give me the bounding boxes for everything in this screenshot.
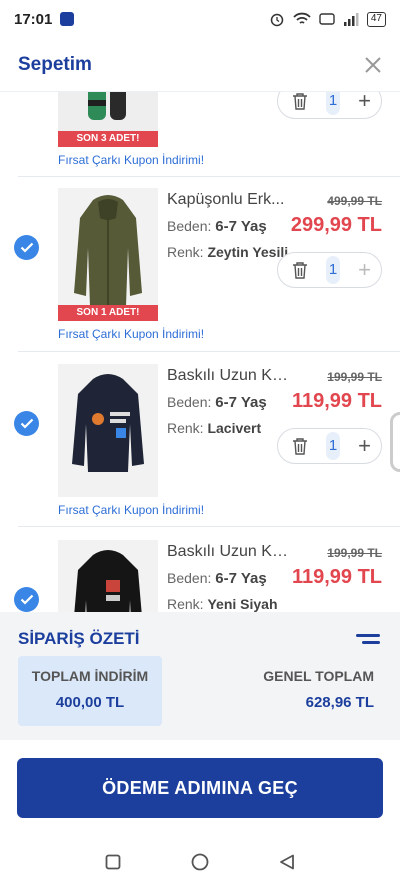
size-label: Beden: (167, 218, 212, 234)
olive-jacket-image (74, 195, 142, 306)
battery-icon: 47 (366, 11, 386, 27)
quantity-value: 1 (326, 432, 341, 460)
sale-price: 119,99 TL (291, 390, 382, 412)
quantity-stepper[interactable]: 1 + (277, 92, 382, 119)
color-label: Renk: (167, 596, 204, 612)
wifi-icon (293, 12, 311, 24)
total-value: 628,96 TL (305, 694, 374, 711)
trash-icon[interactable] (292, 92, 308, 110)
cart-header: Sepetim (0, 38, 400, 92)
coupon-link[interactable]: Fırsat Çarkı Kupon İndirimi! (58, 327, 204, 341)
discount-value: 400,00 TL (55, 694, 125, 711)
total-discount-box: TOPLAM İNDİRİM 400,00 TL (18, 656, 162, 726)
item-divider (18, 176, 400, 177)
product-image[interactable] (58, 92, 158, 131)
cart-item: SON 3 ADET! Fırsat Çarkı Kupon İndirimi!… (0, 92, 400, 175)
total-label: GENEL TOPLAM (263, 668, 374, 684)
black-sweatshirt-image (74, 550, 142, 612)
cart-item: Baskılı Uzun Kol... 199,99 TL 119,99 TL … (0, 540, 400, 612)
navy-sweatshirt-image (72, 374, 144, 472)
app-notification-icon (60, 12, 75, 26)
quantity-stepper[interactable]: 1 + (277, 252, 382, 288)
size-value: 6-7 Yaş (215, 218, 267, 235)
socks-image (88, 92, 126, 120)
check-icon (20, 418, 33, 429)
color-row: Renk: Zeytin Yesili (167, 244, 288, 260)
size-row: Beden: 6-7 Yaş (167, 218, 267, 235)
trash-icon[interactable] (292, 261, 308, 279)
sale-price: 299,99 TL (290, 214, 382, 236)
volte-icon (319, 13, 335, 25)
grand-total-box: GENEL TOPLAM 628,96 TL (263, 656, 374, 711)
status-time: 17:01 (14, 10, 53, 28)
color-value: Yeni Siyah (207, 596, 278, 612)
page-title: Sepetim (18, 53, 92, 75)
plus-icon[interactable]: + (358, 259, 371, 281)
size-row: Beden: 6-7 Yaş (167, 570, 267, 587)
trash-icon[interactable] (292, 437, 308, 455)
signal-icon (343, 13, 359, 26)
back-icon[interactable] (279, 854, 295, 870)
check-icon (20, 242, 33, 253)
size-label: Beden: (167, 394, 212, 410)
product-image[interactable] (58, 188, 158, 321)
check-icon (20, 594, 33, 605)
old-price: 199,99 TL (327, 370, 382, 384)
order-summary: SİPARİŞ ÖZETİ TOPLAM İNDİRİM 400,00 TL G… (0, 612, 400, 740)
plus-icon[interactable]: + (358, 435, 371, 457)
product-name[interactable]: Kapüşonlu Erk... (167, 191, 292, 209)
old-price: 499,99 TL (327, 194, 382, 208)
item-divider (18, 351, 400, 352)
old-price: 199,99 TL (327, 546, 382, 560)
alarm-icon (270, 13, 284, 27)
color-value: Zeytin Yesili (207, 244, 289, 260)
coupon-link[interactable]: Fırsat Çarkı Kupon İndirimi! (58, 153, 204, 167)
select-checkbox[interactable] (14, 235, 39, 260)
color-row: Renk: Lacivert (167, 420, 261, 436)
cart-item: SON 1 ADET! Fırsat Çarkı Kupon İndirimi!… (0, 188, 400, 348)
cart-item: Fırsat Çarkı Kupon İndirimi! Baskılı Uzu… (0, 364, 400, 524)
recents-icon[interactable] (105, 854, 121, 870)
product-image[interactable] (58, 364, 158, 497)
color-label: Renk: (167, 420, 204, 436)
color-row: Renk: Yeni Siyah (167, 596, 278, 612)
color-label: Renk: (167, 244, 204, 260)
select-checkbox[interactable] (14, 411, 39, 436)
quantity-stepper[interactable]: 1 + (277, 428, 382, 464)
checkout-footer: ÖDEME ADIMINA GEÇ (0, 740, 400, 836)
product-name[interactable]: Baskılı Uzun Kol... (167, 543, 292, 561)
size-value: 6-7 Yaş (215, 394, 267, 411)
discount-label: TOPLAM İNDİRİM (31, 668, 149, 684)
summary-title: SİPARİŞ ÖZETİ (18, 629, 140, 648)
size-row: Beden: 6-7 Yaş (167, 394, 267, 411)
color-value: Lacivert (207, 420, 262, 436)
quantity-value: 1 (326, 92, 341, 115)
status-icons: 47 (269, 11, 386, 27)
system-nav-bar (0, 836, 400, 888)
stock-badge: SON 3 ADET! (58, 131, 158, 147)
status-bar: 17:01 47 (0, 0, 400, 38)
stock-badge: SON 1 ADET! (58, 305, 158, 321)
home-icon[interactable] (191, 853, 209, 871)
item-divider (18, 526, 400, 527)
cart-item-list[interactable]: SON 3 ADET! Fırsat Çarkı Kupon İndirimi!… (0, 92, 400, 612)
plus-icon[interactable]: + (358, 92, 371, 112)
product-image[interactable] (58, 540, 158, 612)
sale-price: 119,99 TL (291, 566, 382, 588)
checkout-button[interactable]: ÖDEME ADIMINA GEÇ (17, 758, 383, 818)
size-value: 6-7 Yaş (215, 570, 267, 587)
product-name[interactable]: Baskılı Uzun Kol... (167, 367, 292, 385)
scroll-handle[interactable] (390, 412, 400, 472)
select-checkbox[interactable] (14, 587, 39, 612)
summary-toggle-icon[interactable] (356, 634, 380, 648)
coupon-link[interactable]: Fırsat Çarkı Kupon İndirimi! (58, 503, 204, 517)
close-icon[interactable] (364, 56, 382, 74)
size-label: Beden: (167, 570, 212, 586)
quantity-value: 1 (326, 256, 341, 284)
